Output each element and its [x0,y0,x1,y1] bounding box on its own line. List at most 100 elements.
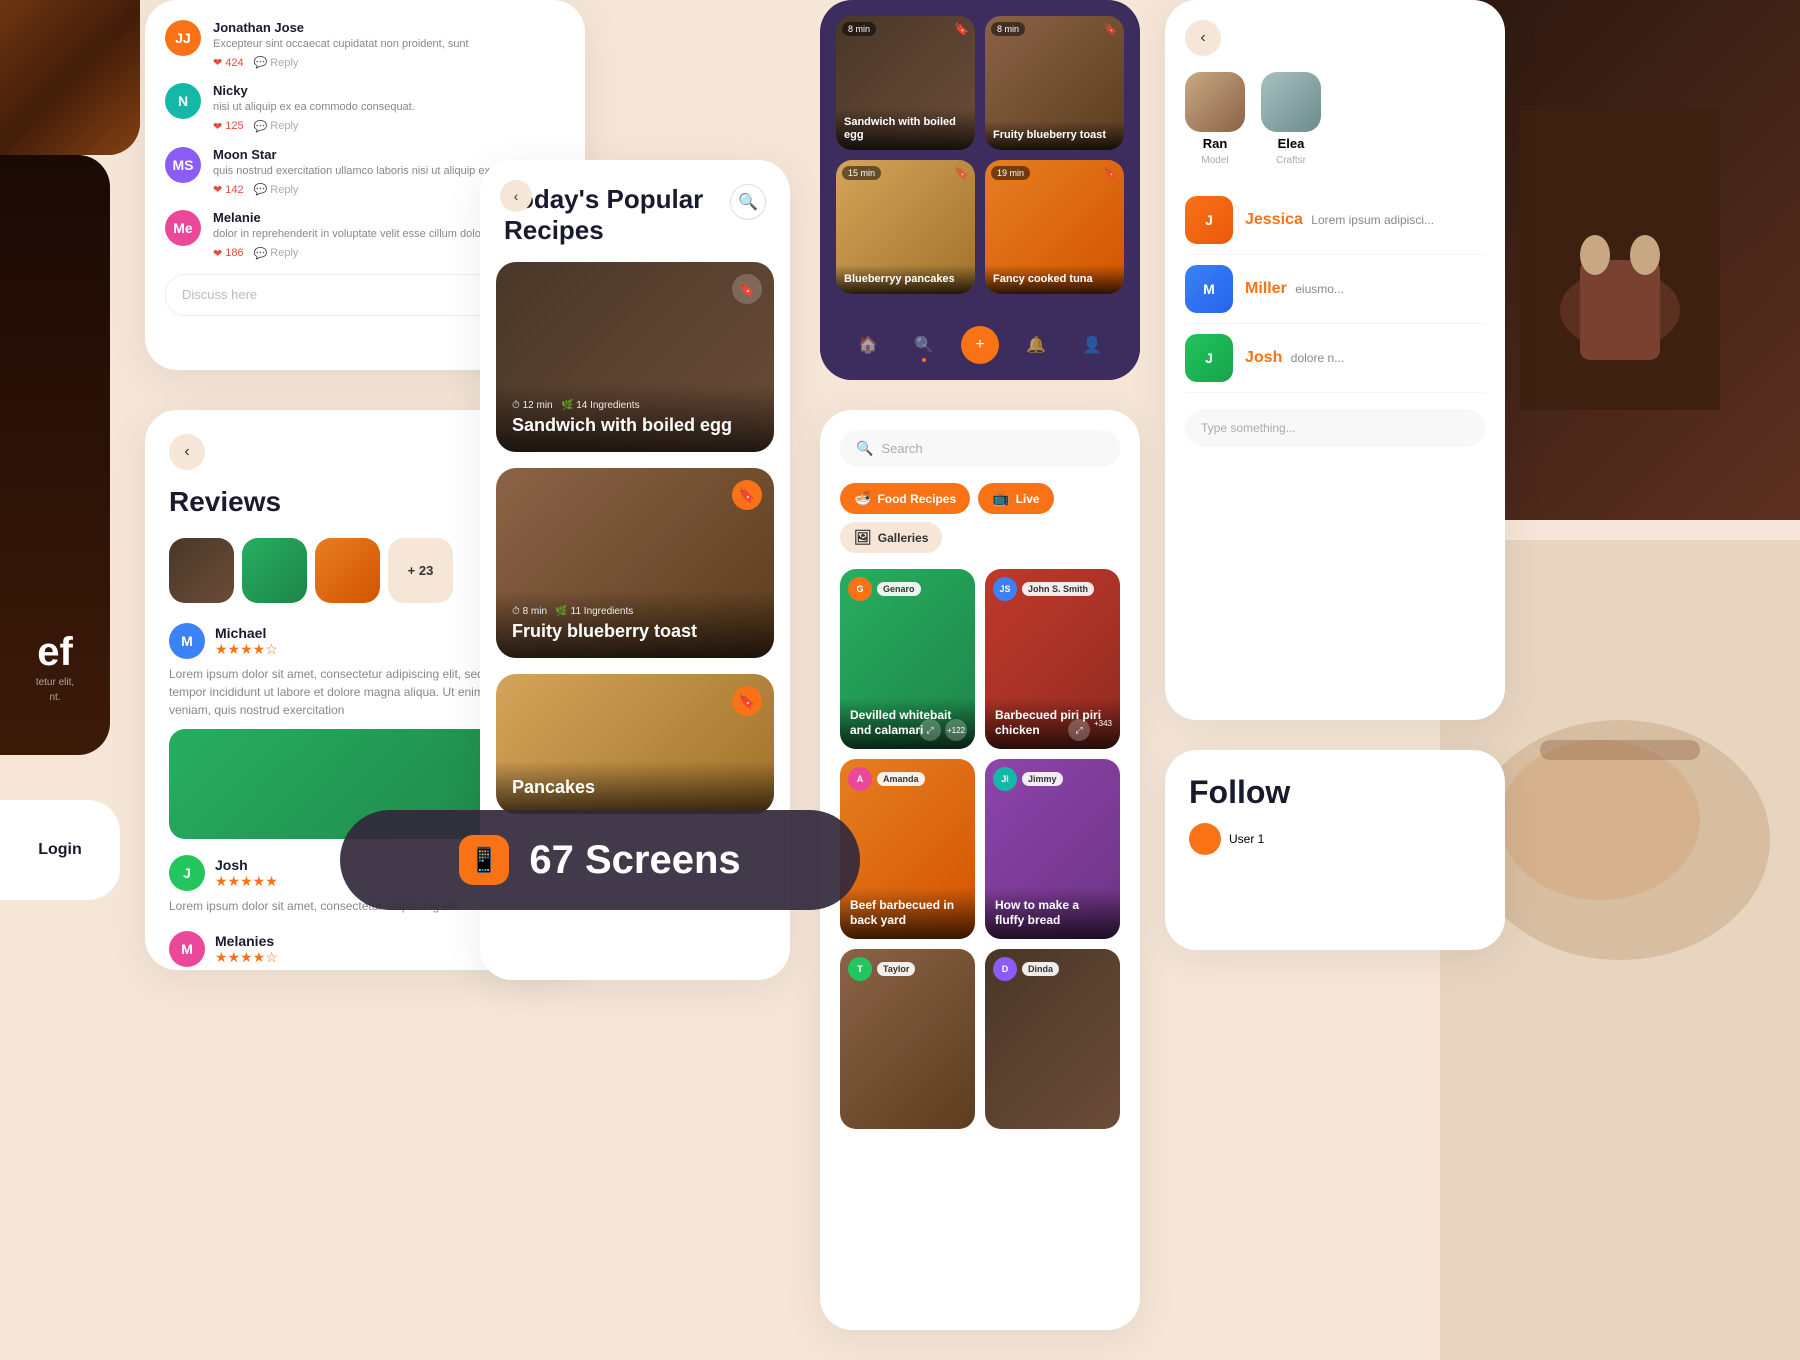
back-button[interactable]: ‹ [169,434,205,470]
expand-button[interactable]: ⤢ [1068,719,1090,741]
message-text: Lorem ipsum adipisci... [1311,213,1434,227]
tab-label: Live [1016,492,1040,506]
recipe-name: Beef barbecued in back yard [850,898,965,929]
chat-header: ‹ [1185,20,1485,56]
chat-back-button[interactable]: ‹ [1185,20,1221,56]
user-name: Jimmy [1022,772,1063,786]
avatar: M [169,623,205,659]
commenter-name: Jonathan Jose [213,20,469,35]
reviewer-name: Josh [215,857,278,873]
add-nav-icon[interactable]: + [961,326,999,364]
chat-input[interactable]: Type something... [1185,409,1485,447]
live-tab[interactable]: 📺 Live [978,483,1053,514]
user-name: John S. Smith [1022,582,1094,596]
expand-button[interactable]: ⤢ [919,719,941,741]
recipe-grid-card[interactable]: G Genaro Devilled whitebait and calamari… [840,569,975,749]
recipe-time: 8 min [523,606,547,617]
notifications-nav-icon[interactable]: 🔔 [1017,326,1055,364]
tab-label: Food Recipes [877,492,956,506]
chat-card: ‹ Ran Model Elea Craftsr J Jessica Lorem… [1165,0,1505,720]
food-app-nav: 🏠 🔍 + 🔔 👤 [820,310,1140,380]
search-nav-icon[interactable]: 🔍 [905,326,943,364]
home-nav-icon[interactable]: 🏠 [849,326,887,364]
profile-role: Craftsr [1276,155,1306,166]
cooking-image [1520,110,1720,410]
chef-card: ef tetur elit,nt. [0,155,110,755]
chef-big: ef [10,630,100,675]
bookmark-icon: 🔖 [1103,166,1118,180]
recipe-user: G Genaro [848,577,921,601]
food-thumb-2 [242,538,307,603]
reply-button[interactable]: 💬 Reply [254,120,299,133]
user-avatar: D [993,957,1017,981]
recipe-grid-card[interactable]: JS John S. Smith Barbecued piri piri chi… [985,569,1120,749]
recipe-card[interactable]: ⏱ 12 min 🌿 14 Ingredients Sandwich with … [496,262,774,452]
recipe-grid-card[interactable]: D Dinda [985,949,1120,1129]
food-grid-item[interactable]: Blueberryy pancakes 🔖 15 min [836,160,975,294]
food-app-card: Sandwich with boiled egg 🔖 8 min Fruity … [820,0,1140,380]
like-button[interactable]: ❤ 186 [213,247,244,260]
recipe-grid-card[interactable]: A Amanda Beef barbecued in back yard [840,759,975,939]
chef-sub: tetur elit,nt. [10,675,100,705]
recipe-meta: ⏱ 8 min 🌿 11 Ingredients [512,606,758,617]
recipe-time: 12 min [523,400,553,411]
avatar: Me [165,210,201,246]
recipe-card[interactable]: ⏱ 8 min 🌿 11 Ingredients Fruity blueberr… [496,468,774,658]
recipe-overlay: ⏱ 12 min 🌿 14 Ingredients Sandwich with … [496,384,774,453]
food-grid-item[interactable]: Fruity blueberry toast 🔖 8 min [985,16,1124,150]
like-button[interactable]: ❤ 125 [213,120,244,133]
avatar: N [165,83,201,119]
search-input[interactable]: Search [881,441,922,456]
user-name: Amanda [877,772,925,786]
recipe-grid-card[interactable]: T Taylor [840,949,975,1129]
comment-actions: ❤ 125 💬 Reply [213,120,415,133]
recipe-grid-card[interactable]: Ji Jimmy How to make a fluffy bread [985,759,1120,939]
food-meta: 8 min [991,22,1025,36]
recipe-card[interactable]: Pancakes 🔖 [496,674,774,814]
screens-banner: 📱 67 Screens [340,810,860,910]
chat-messages: J Jessica Lorem ipsum adipisci... M Mill… [1185,186,1485,393]
comment-item: N Nicky nisi ut aliquip ex ea commodo co… [165,83,565,132]
login-card: Login [0,800,120,900]
reviewer-info: Michael ★★★★☆ [215,625,278,658]
search-bar[interactable]: 🔍 Search [840,430,1120,467]
ingredient-icon: 🌿 [555,606,567,617]
comment-text: quis nostrud exercitation ullamco labori… [213,164,508,179]
chat-message: J Jessica Lorem ipsum adipisci... [1185,186,1485,255]
like-button[interactable]: ❤ 142 [213,183,244,196]
follow-list: User 1 [1189,823,1481,855]
chat-input-placeholder: Type something... [1201,421,1296,435]
like-button[interactable]: ❤ 424 [213,56,244,69]
recipe-name: Sandwich with boiled egg [512,415,758,437]
search-button[interactable]: 🔍 [730,184,766,220]
bookmark-button[interactable]: 🔖 [732,274,762,304]
reviewer-info: Melanies ★★★★☆ [215,933,278,966]
user-name: Taylor [877,962,915,976]
profile-nav-icon[interactable]: 👤 [1073,326,1111,364]
bookmark-button[interactable]: 🔖 [732,686,762,716]
comment-content: Moon Star quis nostrud exercitation ulla… [213,147,508,196]
recipe-overlay: Beef barbecued in back yard [840,888,975,939]
back-button[interactable]: ‹ [500,180,532,212]
reply-button[interactable]: 💬 Reply [254,183,299,196]
bookmark-button[interactable]: 🔖 [732,480,762,510]
reply-button[interactable]: 💬 Reply [254,247,299,260]
search-icon: 🔍 [856,440,873,457]
ingredient-icon: 🌿 [561,400,573,411]
food-grid-item[interactable]: Sandwich with boiled egg 🔖 8 min [836,16,975,150]
recipes-header: Today's Popular Recipes 🔍 [480,160,790,262]
reviews-title: Reviews [169,486,281,518]
user-avatar: A [848,767,872,791]
galleries-tab[interactable]: 🖼 Galleries [840,522,942,553]
follow-name: User 1 [1229,832,1264,846]
login-label[interactable]: Login [38,841,82,859]
reviewer-name: Melanies [215,933,278,949]
reply-button[interactable]: 💬 Reply [254,56,299,69]
food-grid-item[interactable]: Fancy cooked tuna 🔖 19 min [985,160,1124,294]
message-text: eiusmo... [1295,282,1344,296]
food-meta: 15 min [842,166,881,180]
profile-avatar [1261,72,1321,132]
food-recipes-tab[interactable]: 🍜 Food Recipes [840,483,970,514]
search-card: 🔍 Search 🍜 Food Recipes 📺 Live 🖼 Galleri… [820,410,1140,1330]
food-grid-label: Sandwich with boiled egg [836,108,975,150]
